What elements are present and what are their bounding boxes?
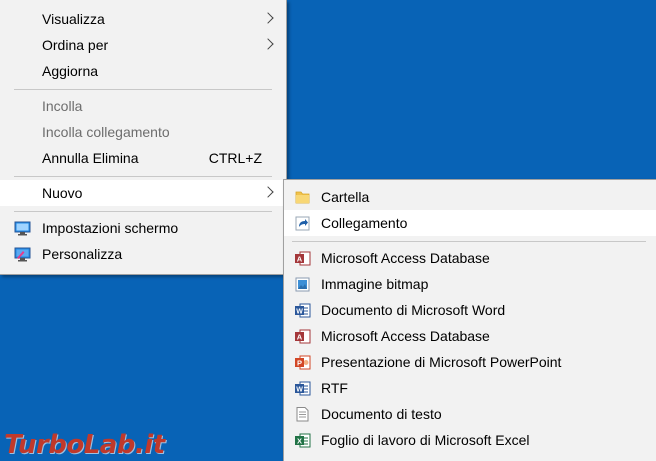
submenu-item-rtf[interactable]: W RTF xyxy=(284,375,656,401)
menu-item-label: Foglio di lavoro di Microsoft Excel xyxy=(321,432,530,448)
menu-item-visualizza[interactable]: Visualizza xyxy=(0,6,286,32)
menu-separator xyxy=(14,211,272,212)
menu-separator xyxy=(14,89,272,90)
menu-item-label: Documento di testo xyxy=(321,406,442,422)
folder-icon xyxy=(295,191,310,204)
svg-text:W: W xyxy=(296,309,303,316)
menu-item-label: Collegamento xyxy=(321,215,408,231)
menu-item-label: Incolla xyxy=(42,98,83,114)
submenu-item-collegamento[interactable]: Collegamento xyxy=(284,210,656,236)
submenu-item-bitmap[interactable]: Immagine bitmap xyxy=(284,271,656,297)
display-settings-icon xyxy=(14,221,31,236)
menu-item-personalizza[interactable]: Personalizza xyxy=(0,241,286,267)
svg-text:W: W xyxy=(296,387,303,394)
menu-item-incolla-collegamento[interactable]: Incolla collegamento xyxy=(0,119,286,145)
bitmap-icon xyxy=(295,277,310,292)
menu-item-label: Presentazione di Microsoft PowerPoint xyxy=(321,354,562,370)
svg-text:A: A xyxy=(297,255,303,264)
menu-item-impostazioni-schermo[interactable]: Impostazioni schermo xyxy=(0,215,286,241)
menu-item-label: Impostazioni schermo xyxy=(42,220,179,236)
menu-item-label: RTF xyxy=(321,380,348,396)
menu-separator xyxy=(292,241,646,242)
svg-text:X: X xyxy=(297,437,302,446)
svg-text:P: P xyxy=(297,359,302,368)
word-icon: W xyxy=(295,381,311,396)
new-submenu: Cartella Collegamento A Microsoft Access… xyxy=(283,179,656,461)
chevron-right-icon xyxy=(262,12,274,24)
excel-icon: X xyxy=(295,433,311,448)
menu-separator xyxy=(14,176,272,177)
menu-item-label: Aggiorna xyxy=(42,63,99,79)
powerpoint-icon: P xyxy=(295,355,311,370)
turbolab-watermark: TurboLab.it xyxy=(4,430,165,460)
word-icon: W xyxy=(295,303,311,318)
submenu-item-access-database[interactable]: A Microsoft Access Database xyxy=(284,245,656,271)
shortcut-icon xyxy=(295,216,310,231)
access-icon: A xyxy=(295,251,311,266)
menu-item-label: Microsoft Access Database xyxy=(321,250,490,266)
submenu-item-cartella[interactable]: Cartella xyxy=(284,184,656,210)
svg-text:A: A xyxy=(297,333,303,342)
menu-item-incolla[interactable]: Incolla xyxy=(0,93,286,119)
menu-item-label: Incolla collegamento xyxy=(42,124,170,140)
menu-item-label: Microsoft Access Database xyxy=(321,328,490,344)
menu-item-label: Immagine bitmap xyxy=(321,276,429,292)
menu-item-label: Cartella xyxy=(321,189,370,205)
submenu-item-word[interactable]: W Documento di Microsoft Word xyxy=(284,297,656,323)
personalize-icon xyxy=(14,247,31,262)
menu-item-label: Documento di Microsoft Word xyxy=(321,302,506,318)
menu-item-label: Nuovo xyxy=(42,185,83,201)
menu-item-label: Personalizza xyxy=(42,246,123,262)
menu-item-annulla-elimina[interactable]: Annulla Elimina CTRL+Z xyxy=(0,145,286,171)
submenu-item-powerpoint[interactable]: P Presentazione di Microsoft PowerPoint xyxy=(284,349,656,375)
menu-item-nuovo[interactable]: Nuovo xyxy=(0,180,286,206)
text-document-icon xyxy=(296,407,309,422)
menu-item-label: Ordina per xyxy=(42,37,109,53)
submenu-item-excel[interactable]: X Foglio di lavoro di Microsoft Excel xyxy=(284,427,656,453)
access-icon: A xyxy=(295,329,311,344)
submenu-item-text-document[interactable]: Documento di testo xyxy=(284,401,656,427)
submenu-item-access-database-2[interactable]: A Microsoft Access Database xyxy=(284,323,656,349)
menu-item-ordina-per[interactable]: Ordina per xyxy=(0,32,286,58)
menu-item-label: Annulla Elimina xyxy=(42,150,139,166)
menu-item-aggiorna[interactable]: Aggiorna xyxy=(0,58,286,84)
chevron-right-icon xyxy=(262,38,274,50)
chevron-right-icon xyxy=(262,186,274,198)
menu-item-label: Visualizza xyxy=(42,11,105,27)
desktop-context-menu: Visualizza Ordina per Aggiorna Incolla I… xyxy=(0,0,287,275)
shortcut-text: CTRL+Z xyxy=(208,150,262,166)
